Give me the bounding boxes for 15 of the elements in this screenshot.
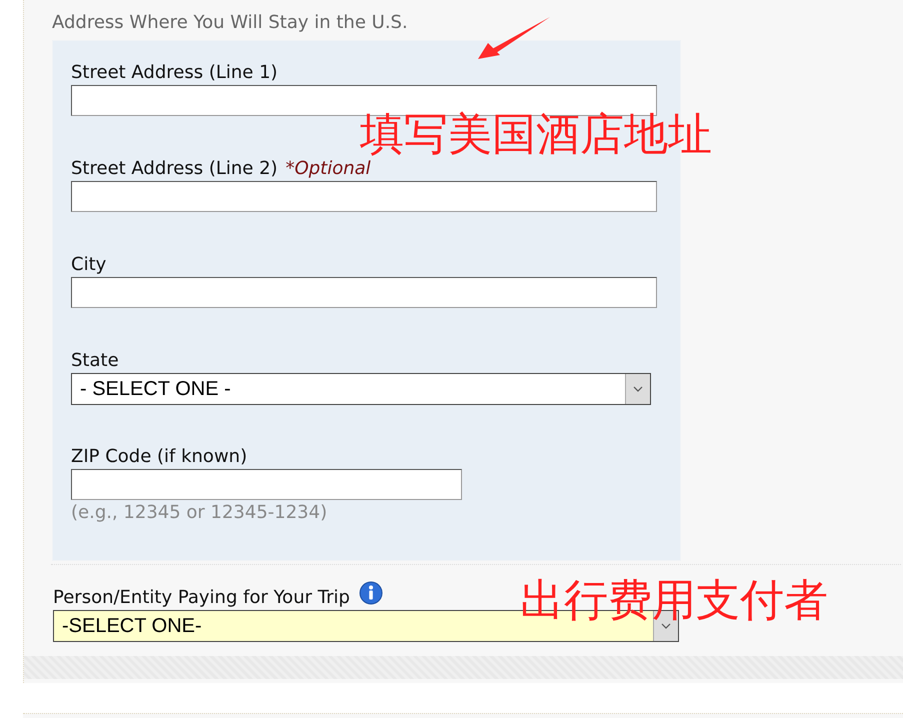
field-label: Street Address (Line 2) *Optional bbox=[71, 157, 372, 181]
field-label: ZIP Code (if known) bbox=[71, 445, 248, 469]
chevron-down-icon bbox=[633, 386, 643, 392]
info-icon[interactable] bbox=[358, 581, 383, 605]
input-field[interactable] bbox=[71, 469, 462, 500]
state-dropdown[interactable]: - SELECT ONE - bbox=[71, 373, 651, 405]
annotation-text: 填写美国酒店地址 bbox=[360, 110, 712, 160]
input-field[interactable] bbox=[71, 181, 657, 212]
field-label: Street Address (Line 1) bbox=[71, 61, 279, 85]
field-label: State bbox=[71, 349, 120, 373]
field-hint: (e.g., 12345 or 12345-1234) bbox=[71, 501, 328, 525]
section-title: Address Where You Will Stay in the U.S. bbox=[52, 11, 408, 35]
input-field[interactable] bbox=[71, 277, 657, 308]
field-label: City bbox=[71, 253, 108, 277]
field-label: Person/Entity Paying for Your Trip bbox=[53, 586, 350, 610]
